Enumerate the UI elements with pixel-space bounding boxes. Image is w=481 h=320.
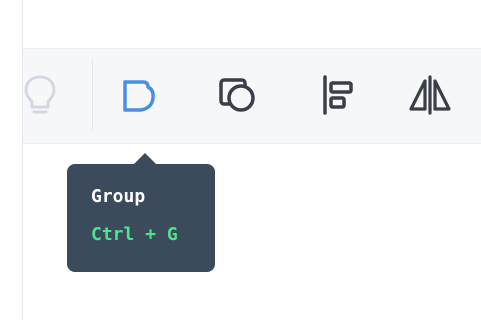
lightbulb-icon <box>24 75 56 114</box>
flip-horizontal-tool-button[interactable] <box>399 58 459 132</box>
align-left-icon <box>323 75 353 115</box>
group-tool-button[interactable] <box>107 58 171 132</box>
group-icon <box>123 80 155 112</box>
flip-horizontal-icon <box>409 75 451 115</box>
top-bar <box>23 0 481 48</box>
tooltip-title: Group <box>91 186 146 207</box>
tooltip-shortcut: Ctrl + G <box>91 224 178 245</box>
group-tooltip: Group Ctrl + G <box>67 164 215 272</box>
tooltip-arrow <box>134 153 156 164</box>
toolbar-divider <box>92 60 93 130</box>
align-left-tool-button[interactable] <box>306 58 370 132</box>
lightbulb-tool-button[interactable] <box>8 58 72 132</box>
bring-front-icon <box>219 78 255 112</box>
arrange-tool-button[interactable] <box>205 58 269 132</box>
